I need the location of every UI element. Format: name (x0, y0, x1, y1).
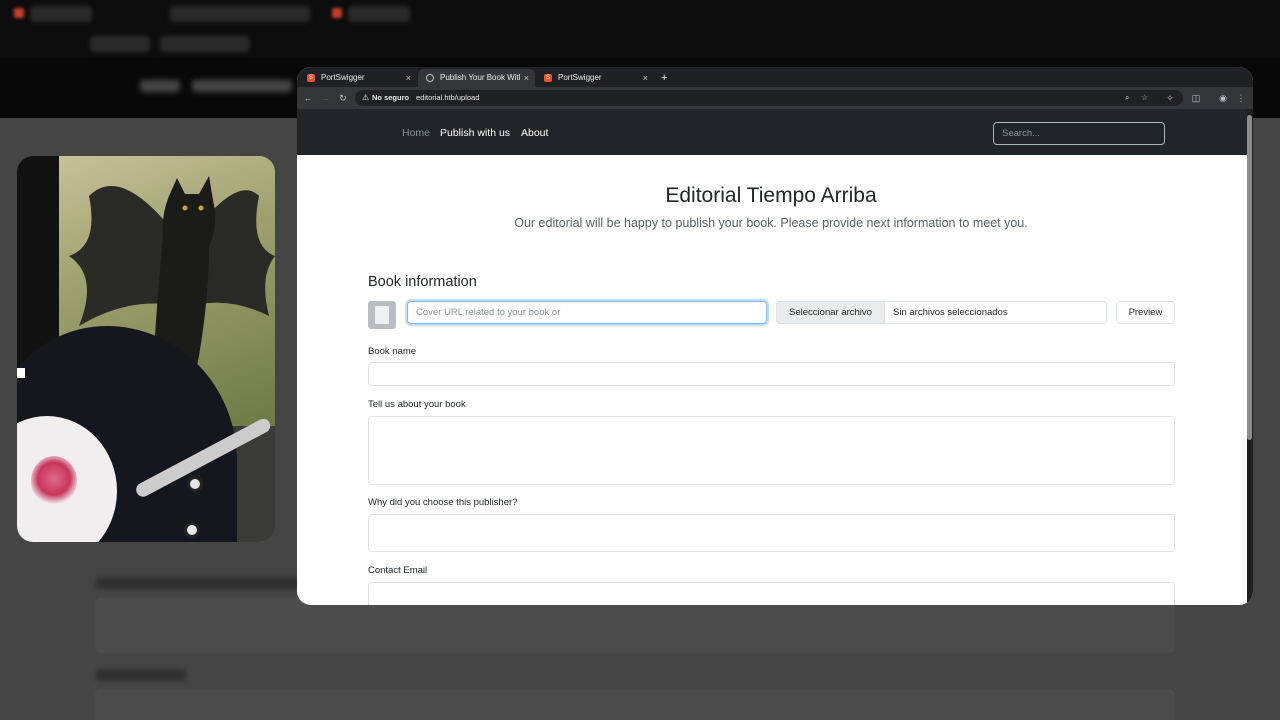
background-label (96, 577, 306, 589)
webcam-mic-arm-knob (184, 522, 200, 538)
document-icon (375, 306, 389, 324)
tab-close-icon[interactable]: × (643, 69, 648, 87)
site-navbar: Home Publish with us About (297, 109, 1247, 155)
book-name-label: Book name (368, 346, 417, 357)
background-tab (30, 6, 92, 22)
new-tab-button[interactable]: + (661, 69, 667, 87)
bookmark-star-icon[interactable]: ☆ (1141, 90, 1148, 106)
cover-file-input[interactable]: Seleccionar archivo Sin archivos selecci… (776, 301, 1107, 324)
scrollbar-thumb[interactable] (1247, 115, 1252, 440)
menu-icon[interactable]: ⋮ (1234, 91, 1248, 105)
nav-publish-link[interactable]: Publish with us (440, 109, 510, 157)
book-name-input[interactable] (368, 362, 1175, 386)
address-bar[interactable]: ⚠ No seguro editorial.htb/upload ⌕ ☆ (355, 90, 1183, 106)
webcam-overlay (17, 156, 275, 542)
browser-toolbar: ← → ↻ ⚠ No seguro editorial.htb/upload ⌕… (297, 87, 1253, 109)
page-title: Editorial Tiempo Arriba (665, 184, 877, 207)
back-icon[interactable]: ← (301, 91, 315, 105)
background-tab-favicon (14, 8, 24, 18)
background-nav-text (140, 80, 180, 92)
forward-icon[interactable]: → (318, 91, 332, 105)
select-file-button[interactable]: Seleccionar archivo (777, 302, 885, 323)
tab-title: PortSwigger (321, 73, 365, 82)
nav-about-link[interactable]: About (521, 109, 548, 157)
tab-strip: S PortSwigger × Publish Your Book With ×… (297, 67, 1253, 87)
tab-portswigger[interactable]: S PortSwigger × (536, 69, 654, 87)
background-tab-favicon (332, 8, 342, 18)
search-input[interactable] (993, 122, 1165, 145)
page-content: Editorial Tiempo Arriba Our editorial wi… (297, 155, 1247, 605)
background-toolbar-text (90, 36, 150, 52)
page-subtitle: Our editorial will be happy to publish y… (514, 216, 1028, 230)
cover-url-input[interactable] (407, 301, 767, 324)
about-book-textarea[interactable] (368, 416, 1175, 485)
background-field (96, 598, 1174, 652)
tab-title: Publish Your Book With (440, 73, 520, 82)
background-nav-text (192, 80, 292, 92)
background-tab (170, 6, 310, 22)
book-information-heading: Book information (368, 274, 477, 290)
background-label (96, 669, 186, 681)
extensions-icon[interactable]: ✧ (1163, 91, 1177, 105)
background-field (96, 690, 1174, 720)
webcam-cap-logo (31, 456, 77, 506)
background-toolbar-text (160, 36, 250, 52)
side-panel-icon[interactable]: ◫ (1189, 91, 1203, 105)
webcam-mic-arm-knob (187, 476, 203, 492)
background-tab (348, 6, 410, 22)
portswigger-logo-icon: S (544, 74, 552, 82)
tab-close-icon[interactable]: × (406, 69, 411, 87)
portswigger-logo-icon: S (307, 74, 315, 82)
webcam-edge-mark (17, 368, 25, 378)
security-status[interactable]: No seguro (372, 90, 409, 106)
url-text[interactable]: editorial.htb/upload (416, 90, 479, 106)
contact-email-input[interactable] (368, 582, 1175, 605)
tab-publish-your-book[interactable]: Publish Your Book With × (418, 69, 535, 87)
profile-icon[interactable]: ◉ (1216, 91, 1230, 105)
why-publisher-label: Why did you choose this publisher? (368, 497, 518, 508)
about-book-label: Tell us about your book (368, 399, 466, 410)
contact-email-label: Contact Email (368, 565, 428, 576)
reload-icon[interactable]: ↻ (336, 91, 350, 105)
zoom-icon[interactable]: ⌕ (1125, 90, 1129, 106)
tab-close-icon[interactable]: × (524, 69, 529, 87)
file-status-text: Sin archivos seleccionados (893, 307, 1008, 318)
globe-icon (426, 74, 434, 82)
tab-title: PortSwigger (558, 73, 602, 82)
why-publisher-textarea[interactable] (368, 514, 1175, 552)
warning-icon: ⚠ (362, 93, 370, 102)
preview-button[interactable]: Preview (1116, 301, 1175, 324)
cover-preview-image (368, 301, 396, 329)
tab-portswigger[interactable]: S PortSwigger × (299, 69, 417, 87)
nav-home-link[interactable]: Home (402, 109, 430, 157)
browser-window: S PortSwigger × Publish Your Book With ×… (297, 67, 1253, 605)
